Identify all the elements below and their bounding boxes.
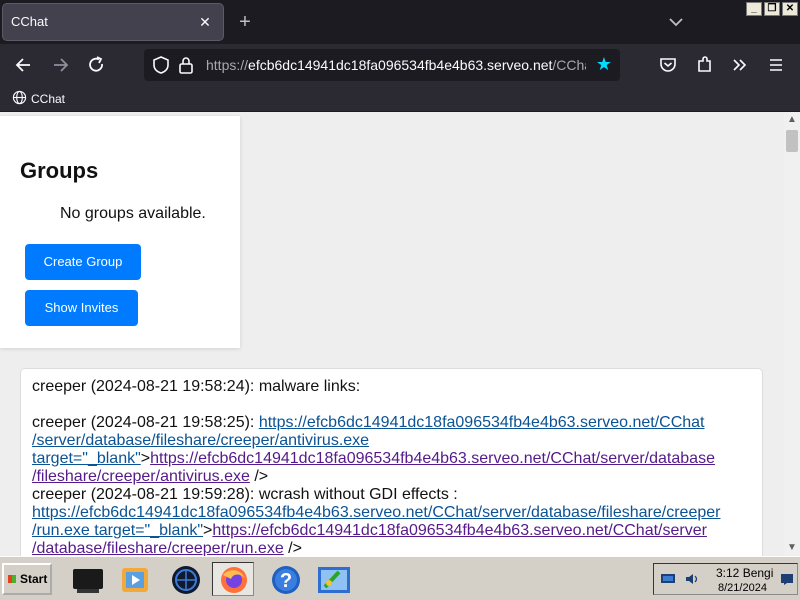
network-globe-icon[interactable] (164, 562, 206, 596)
navigation-bar: https://efcb6dc14941dc18fa096534fb4e4b63… (0, 44, 800, 86)
tab-cchat[interactable]: CChat ✕ (3, 4, 223, 40)
url-host: efcb6dc14941dc18fa096534fb4e4b63.serveo.… (248, 57, 553, 73)
control-panel-icon[interactable] (312, 562, 354, 596)
scrollbar-thumb[interactable] (786, 130, 798, 152)
clock-date[interactable]: 8/21/2024 (718, 582, 767, 594)
close-window-button[interactable]: ✕ (782, 2, 798, 16)
message-text: /> (249, 468, 269, 485)
window-controls: _ ❐ ✕ (746, 2, 798, 16)
message-link[interactable]: /server/database/fileshare/creeper/antiv… (32, 432, 369, 449)
message-link[interactable]: https://efcb6dc14941dc18fa096534fb4e4b63… (212, 522, 707, 539)
tracking-shield-icon[interactable] (152, 55, 170, 80)
url-text[interactable]: https://efcb6dc14941dc18fa096534fb4e4b63… (206, 57, 586, 73)
message-link[interactable]: /run.exe target="_blank" (32, 522, 203, 539)
message-text: > (140, 450, 151, 467)
message-text: creeper (2024-08-21 19:59:28): wcrash wi… (32, 486, 458, 503)
create-group-button[interactable]: Create Group (25, 244, 141, 280)
bookmark-label: CChat (31, 92, 66, 106)
message-link[interactable]: https://efcb6dc14941dc18fa096534fb4e4b63… (150, 450, 715, 467)
help-icon[interactable]: ? (264, 562, 306, 596)
globe-icon (12, 90, 27, 108)
url-bar[interactable]: https://efcb6dc14941dc18fa096534fb4e4b63… (144, 49, 620, 81)
svg-text:?: ? (280, 570, 292, 592)
extensions-icon[interactable] (690, 51, 718, 79)
media-player-icon[interactable] (114, 562, 156, 596)
vertical-scrollbar[interactable]: ▲ ▼ (784, 112, 800, 556)
groups-panel: Groups No groups available. Create Group… (0, 116, 240, 348)
groups-title: Groups (20, 158, 99, 183)
bookmark-cchat[interactable]: CChat (12, 90, 65, 108)
windows-logo-icon (8, 575, 16, 583)
tab-strip: CChat ✕ + _ ❐ ✕ (0, 0, 800, 44)
message-link[interactable]: /fileshare/creeper/antivirus.exe (32, 468, 250, 485)
chat-message: creeper (2024-08-21 19:58:24): malware l… (32, 378, 360, 396)
message-prefix: creeper (2024-08-21 19:58:25): (32, 414, 259, 431)
pocket-icon[interactable] (654, 51, 682, 79)
message-link[interactable]: target="_blank" (32, 450, 141, 467)
lock-icon[interactable] (178, 55, 194, 80)
clock-time[interactable]: 3:12 Bengi (716, 566, 773, 580)
back-arrow-icon[interactable] (10, 51, 38, 79)
start-label: Start (20, 572, 48, 586)
minimize-button[interactable]: _ (746, 2, 762, 16)
no-groups-text: No groups available. (60, 205, 206, 222)
chat-messages[interactable]: creeper (2024-08-21 19:58:24): malware l… (20, 368, 763, 556)
chat-message: creeper (2024-08-21 19:58:25): https://e… (32, 414, 715, 486)
reload-icon[interactable] (82, 51, 110, 79)
notification-icon[interactable] (780, 572, 794, 591)
overflow-chevrons-icon[interactable] (726, 51, 754, 79)
url-path: /CChat (552, 57, 586, 73)
forward-arrow-icon[interactable] (46, 51, 74, 79)
system-tray: 3:12 Bengi 8/21/2024 (653, 563, 798, 595)
monitor-icon[interactable] (660, 572, 676, 591)
taskbar: Start ? 3:12 Bengi 8/21/2024 (0, 556, 800, 600)
hamburger-menu-icon[interactable] (762, 51, 790, 79)
start-button[interactable]: Start (2, 563, 52, 595)
chevron-down-icon[interactable] (664, 11, 688, 33)
bookmark-star-icon[interactable]: ★ (596, 54, 612, 75)
message-text: > (203, 522, 213, 539)
message-text: creeper (2024-08-21 19:58:24): malware l… (32, 378, 361, 395)
restore-button[interactable]: ❐ (764, 2, 780, 16)
message-text: /> (283, 540, 302, 556)
show-invites-button[interactable]: Show Invites (25, 290, 138, 326)
bookmarks-toolbar: CChat (0, 86, 800, 112)
close-tab-icon[interactable]: ✕ (195, 12, 215, 32)
firefox-icon[interactable] (212, 562, 254, 596)
url-prefix: https:// (206, 57, 249, 73)
chat-message: creeper (2024-08-21 19:59:28): wcrash wi… (32, 486, 720, 556)
tab-title: CChat (11, 14, 48, 29)
scroll-up-icon[interactable]: ▲ (784, 112, 800, 128)
page-content: Groups No groups available. Create Group… (0, 112, 784, 556)
new-tab-button[interactable]: + (232, 9, 258, 35)
message-link[interactable]: /database/fileshare/creeper/run.exe (32, 540, 284, 556)
message-link[interactable]: https://efcb6dc14941dc18fa096534fb4e4b63… (259, 414, 705, 431)
scroll-down-icon[interactable]: ▼ (784, 540, 800, 556)
volume-icon[interactable] (684, 572, 700, 591)
message-link[interactable]: https://efcb6dc14941dc18fa096534fb4e4b63… (32, 504, 720, 521)
computer-icon[interactable] (66, 562, 108, 596)
